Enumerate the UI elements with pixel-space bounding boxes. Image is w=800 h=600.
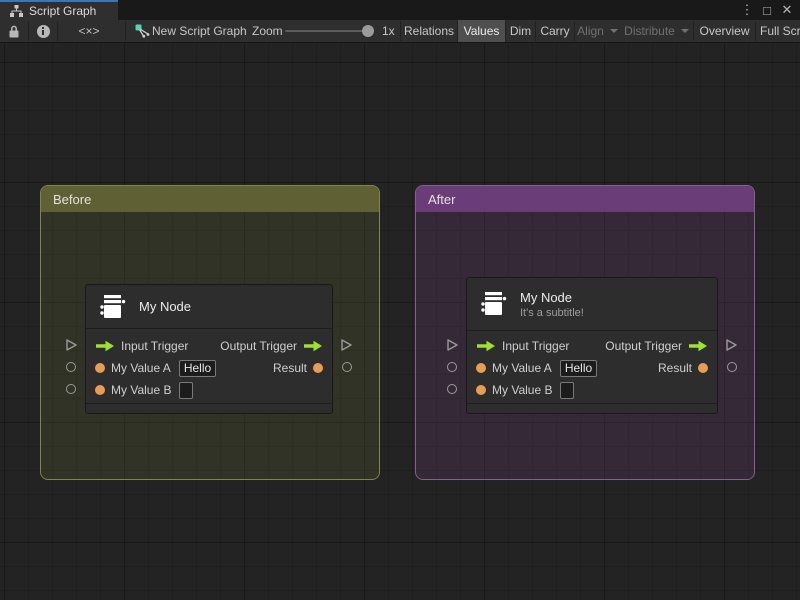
external-value-input-port[interactable] [66,384,76,394]
value-output-port-icon[interactable] [698,363,708,373]
external-value-input-port[interactable] [447,384,457,394]
relations-button[interactable]: Relations [401,20,457,42]
maximize-icon[interactable]: □ [760,3,774,18]
port-label: Output Trigger [605,339,682,353]
node-my-node-before[interactable]: My Node Input Trigger Output Trigger My … [66,284,352,414]
node-body: Input Trigger Output Trigger My Value A … [86,329,332,403]
external-trigger-output-port[interactable] [340,338,353,355]
value-output-port-icon[interactable] [313,363,323,373]
tab-script-graph[interactable]: Script Graph [0,0,118,20]
external-trigger-output-port[interactable] [725,338,738,355]
fullscreen-button[interactable]: Full Screen [756,20,800,42]
zoom-slider[interactable] [285,20,374,42]
zoom-label: Zoom [252,24,283,38]
node-footer [467,403,717,413]
node-header[interactable]: My Node It's a subtitle! [467,278,717,331]
script-graph-window: Script Graph ⋮ □ ✕ <×> New Script Graph … [0,0,800,600]
port-label: Result [272,361,307,375]
graph-name-label: New Script Graph [152,24,247,38]
node-title: My Node [139,299,192,314]
lock-icon [8,25,20,38]
value-input-port-icon[interactable] [476,363,486,373]
lock-button[interactable] [0,20,28,42]
value-a-port-row: My Value A Hello Result [86,357,332,379]
value-input-port-icon[interactable] [95,363,105,373]
group-label: Before [53,191,92,207]
external-value-input-port[interactable] [66,362,76,372]
port-label: Input Trigger [502,339,570,353]
trigger-port-row: Input Trigger Output Trigger [86,335,332,357]
graph-canvas[interactable]: Before After My Node Input Trigger Outpu… [0,43,800,600]
unit-icon [98,292,128,322]
node-box[interactable]: My Node Input Trigger Output Trigger My … [85,284,333,414]
chevron-down-icon [680,29,689,33]
port-label: My Value A [111,361,171,375]
align-dropdown-button[interactable]: Align [575,20,620,42]
node-body: Input Trigger Output Trigger My Value A … [467,331,717,403]
value-b-input[interactable] [179,381,194,399]
external-trigger-input-port[interactable] [446,338,459,355]
value-ports-toggle-button[interactable]: <×> [58,20,120,42]
group-label: After [428,191,456,207]
value-b-port-row: My Value B [467,379,717,401]
menu-icon[interactable]: ⋮ [740,2,754,18]
toolbar-separator [125,21,126,41]
values-button[interactable]: Values [458,20,505,42]
external-value-input-port[interactable] [447,362,457,372]
port-label: My Value B [111,383,172,397]
port-label: Output Trigger [220,339,297,353]
value-b-input[interactable] [560,381,575,399]
zoom-slider-track[interactable] [285,25,374,37]
external-value-output-port[interactable] [342,362,352,372]
group-before-header[interactable]: Before [41,186,379,212]
node-subtitle: It's a subtitle! [520,306,584,319]
overview-button[interactable]: Overview [694,20,755,42]
tab-title: Script Graph [29,4,97,18]
value-a-input[interactable]: Hello [559,359,598,377]
value-input-port-icon[interactable] [476,385,486,395]
node-box[interactable]: My Node It's a subtitle! Input Trigger O… [466,277,718,414]
graph-asset-icon [133,20,151,42]
value-b-port-row: My Value B [86,379,332,401]
group-after-header[interactable]: After [416,186,754,212]
carry-button[interactable]: Carry [536,20,574,42]
chevron-down-icon [609,29,618,33]
external-trigger-input-port[interactable] [65,338,78,355]
port-label: Input Trigger [121,339,189,353]
hierarchy-icon [10,5,23,17]
port-label: Result [657,361,692,375]
code-brackets-icon: <×> [78,24,100,38]
node-title: My Node [520,289,573,305]
distribute-dropdown-button[interactable]: Distribute [620,20,693,42]
node-my-node-after[interactable]: My Node It's a subtitle! Input Trigger O… [447,277,737,414]
port-label: My Value B [492,383,553,397]
dim-button[interactable]: Dim [506,20,535,42]
trigger-input-port-icon[interactable] [95,340,115,352]
tab-bar: Script Graph ⋮ □ ✕ [0,0,800,20]
trigger-output-port-icon[interactable] [303,340,323,352]
distribute-label: Distribute [624,24,675,38]
zoom-slider-handle[interactable] [362,25,374,37]
info-icon [36,24,50,38]
trigger-port-row: Input Trigger Output Trigger [467,335,717,357]
align-label: Align [577,24,604,38]
zoom-value: 1x [382,24,395,38]
trigger-output-port-icon[interactable] [688,340,708,352]
value-input-port-icon[interactable] [95,385,105,395]
value-a-port-row: My Value A Hello Result [467,357,717,379]
port-label: My Value A [492,361,552,375]
unit-icon [479,289,509,319]
node-header[interactable]: My Node [86,285,332,329]
close-icon[interactable]: ✕ [780,2,794,18]
value-a-input[interactable]: Hello [178,359,217,377]
info-button[interactable] [29,20,57,42]
trigger-input-port-icon[interactable] [476,340,496,352]
window-controls: ⋮ □ ✕ [740,0,800,20]
graph-toolbar: <×> New Script Graph Zoom 1x Relations V… [0,20,800,43]
external-value-output-port[interactable] [727,362,737,372]
node-footer [86,403,332,413]
